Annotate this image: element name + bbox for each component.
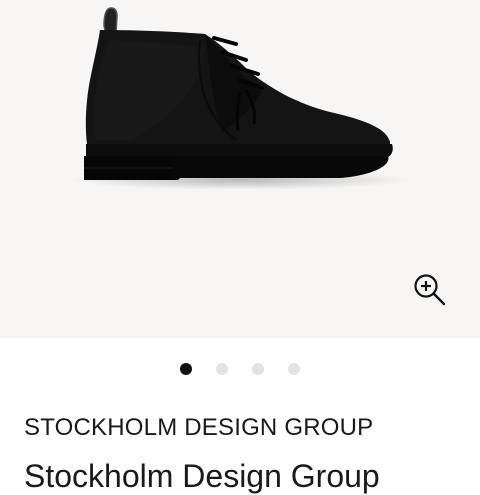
carousel-dot-2[interactable] xyxy=(216,363,228,375)
product-title: Stockholm Design Group xyxy=(24,458,380,494)
carousel-dot-4[interactable] xyxy=(288,363,300,375)
carousel-dot-3[interactable] xyxy=(252,363,264,375)
zoom-button[interactable] xyxy=(410,270,450,310)
product-image-gallery[interactable] xyxy=(0,0,480,338)
carousel-pagination xyxy=(0,362,480,376)
zoom-in-icon xyxy=(414,274,446,306)
carousel-dot-1[interactable] xyxy=(180,363,192,375)
brand-name[interactable]: STOCKHOLM DESIGN GROUP xyxy=(24,414,373,442)
product-image xyxy=(70,7,410,190)
